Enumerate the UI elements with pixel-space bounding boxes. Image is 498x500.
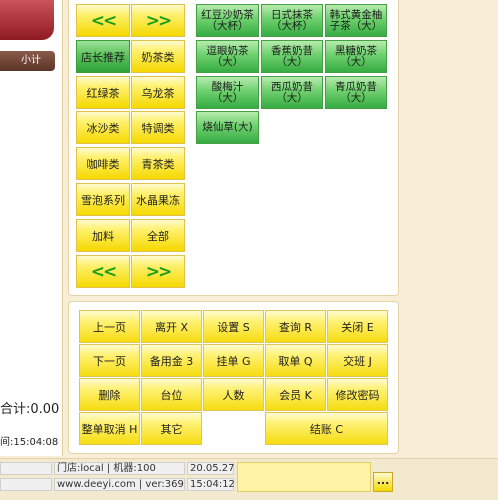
category-next-page-button[interactable]: >> (131, 255, 185, 288)
store-machine-info: 门店:local | 机器:100 (57, 463, 156, 474)
status-field (0, 462, 52, 475)
checkout-button[interactable]: 结账 C (265, 412, 388, 445)
people-count-button[interactable]: 人数 (203, 378, 264, 411)
category-button[interactable]: 奶茶类 (131, 40, 185, 73)
action-panel: 上一页 离开 X 设置 S 查询 R 关闭 E 下一页 备用金 3 挂单 G 取… (68, 301, 399, 454)
category-prev-button[interactable]: << (76, 4, 130, 37)
product-button[interactable]: 黑糖奶茶（大） (325, 40, 387, 73)
prev-page-button[interactable]: 上一页 (79, 310, 140, 343)
product-button[interactable]: 香蕉奶昔（大） (261, 40, 323, 73)
member-button[interactable]: 会员 K (265, 378, 326, 411)
more-button[interactable]: ... (373, 472, 393, 492)
leave-button[interactable]: 离开 X (141, 310, 202, 343)
close-button[interactable]: 关闭 E (327, 310, 388, 343)
product-button[interactable]: 红豆沙奶茶（大杯） (196, 4, 259, 37)
category-button[interactable]: 特调类 (131, 111, 185, 144)
category-button[interactable]: 乌龙茶 (131, 76, 185, 109)
cancel-order-button[interactable]: 整单取消 H (79, 412, 140, 445)
category-button[interactable]: 全部 (131, 219, 185, 252)
message-box[interactable] (237, 462, 371, 492)
status-time: 15:04:12 (190, 479, 235, 490)
category-button[interactable]: 水晶果冻 (131, 183, 185, 216)
status-field (0, 478, 52, 491)
hold-order-button[interactable]: 挂单 G (203, 344, 264, 377)
subtotal-header: 小计 (0, 51, 55, 71)
other-button[interactable]: 其它 (141, 412, 202, 445)
category-button[interactable]: 红绿茶 (76, 76, 130, 109)
product-button[interactable]: 酸梅汁（大） (196, 76, 259, 109)
product-button[interactable]: 烧仙草(大) (196, 111, 259, 144)
settings-button[interactable]: 设置 S (203, 310, 264, 343)
change-password-button[interactable]: 修改密码 (327, 378, 388, 411)
category-prev-page-button[interactable]: << (76, 255, 130, 288)
petty-cash-button[interactable]: 备用金 3 (141, 344, 202, 377)
product-button[interactable]: 日式抹茶（大杯） (261, 4, 323, 37)
next-page-button[interactable]: 下一页 (79, 344, 140, 377)
table-button[interactable]: 台位 (141, 378, 202, 411)
product-button[interactable]: 韩式黄金柚子茶（大） (325, 4, 387, 37)
category-button[interactable]: 咖啡类 (76, 147, 130, 180)
status-date: 20.05.27 (190, 463, 235, 474)
category-button[interactable]: 冰沙类 (76, 111, 130, 144)
shift-change-button[interactable]: 交班 J (327, 344, 388, 377)
total-amount: 合计:0.00 (0, 402, 60, 417)
order-time: 间:15:04:08 (0, 437, 59, 448)
order-header-bar (0, 0, 54, 40)
retrieve-order-button[interactable]: 取单 Q (265, 344, 326, 377)
menu-panel: << >> 店长推荐 奶茶类 红绿茶 乌龙茶 冰沙类 特调类 咖啡类 青茶类 雪… (68, 0, 399, 296)
product-button[interactable]: 青瓜奶昔（大） (325, 76, 387, 109)
delete-button[interactable]: 删除 (79, 378, 140, 411)
category-button[interactable]: 加料 (76, 219, 130, 252)
category-next-button[interactable]: >> (131, 4, 185, 37)
product-button[interactable]: 逗眼奶茶（大） (196, 40, 259, 73)
category-button[interactable]: 店长推荐 (76, 40, 130, 73)
query-button[interactable]: 查询 R (265, 310, 326, 343)
website-version-info: www.deeyi.com | ver:369 (57, 479, 184, 490)
category-button[interactable]: 青茶类 (131, 147, 185, 180)
product-button[interactable]: 西瓜奶昔（大） (261, 76, 323, 109)
category-button[interactable]: 雪泡系列 (76, 183, 130, 216)
